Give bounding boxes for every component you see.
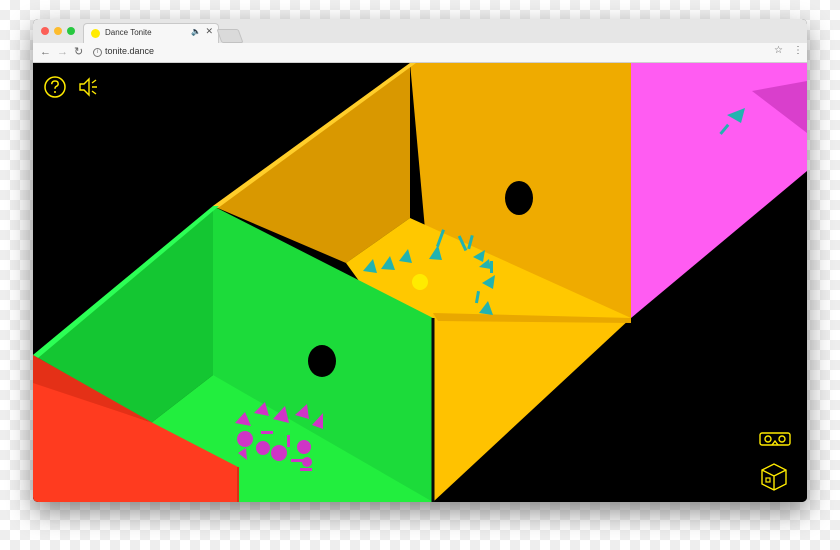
reload-button[interactable]: ↻ [74, 45, 83, 59]
active-dancer-orb [412, 274, 428, 290]
browser-menu-icon[interactable]: ⋮ [793, 45, 803, 56]
audio-icon[interactable] [77, 75, 101, 99]
help-icon[interactable] [43, 75, 67, 99]
url-text: tonite.dance [105, 46, 155, 56]
info-icon[interactable]: i [93, 48, 102, 57]
tab-close-icon[interactable]: ✕ [205, 26, 213, 37]
new-tab-button[interactable] [216, 29, 244, 43]
maximize-window-button[interactable] [67, 27, 75, 35]
magenta-dancer [237, 431, 253, 447]
vr-headset-icon[interactable] [759, 431, 791, 447]
yellow-room-floor-front [433, 313, 631, 502]
magenta-dancer [271, 445, 287, 461]
tab-audio-icon[interactable]: 🔈 [191, 27, 201, 36]
dance-canvas[interactable] [33, 63, 807, 502]
room-scene [33, 63, 807, 502]
tab-title: Dance Tonite [105, 28, 152, 37]
close-window-button[interactable] [41, 27, 49, 35]
green-wall-hole [308, 345, 336, 377]
tab-dance-tonite[interactable]: Dance Tonite 🔈 ✕ [83, 23, 219, 44]
browser-toolbar: ← → ↻ i tonite.dance ☆ ⋮ [33, 43, 807, 63]
bookmark-star-icon[interactable]: ☆ [774, 45, 783, 56]
magenta-dancer [256, 441, 270, 455]
back-button[interactable]: ← [40, 45, 51, 59]
favicon-icon [91, 29, 100, 38]
browser-window: Dance Tonite 🔈 ✕ ← → ↻ i tonite.dance ☆ … [33, 19, 807, 502]
room-cube-icon[interactable] [759, 461, 789, 493]
minimize-window-button[interactable] [54, 27, 62, 35]
address-bar[interactable]: i tonite.dance [91, 46, 772, 58]
magenta-dancer [297, 440, 311, 454]
title-bar: Dance Tonite 🔈 ✕ [33, 19, 807, 44]
orange-wall-hole [505, 181, 533, 215]
forward-button[interactable]: → [57, 45, 68, 59]
